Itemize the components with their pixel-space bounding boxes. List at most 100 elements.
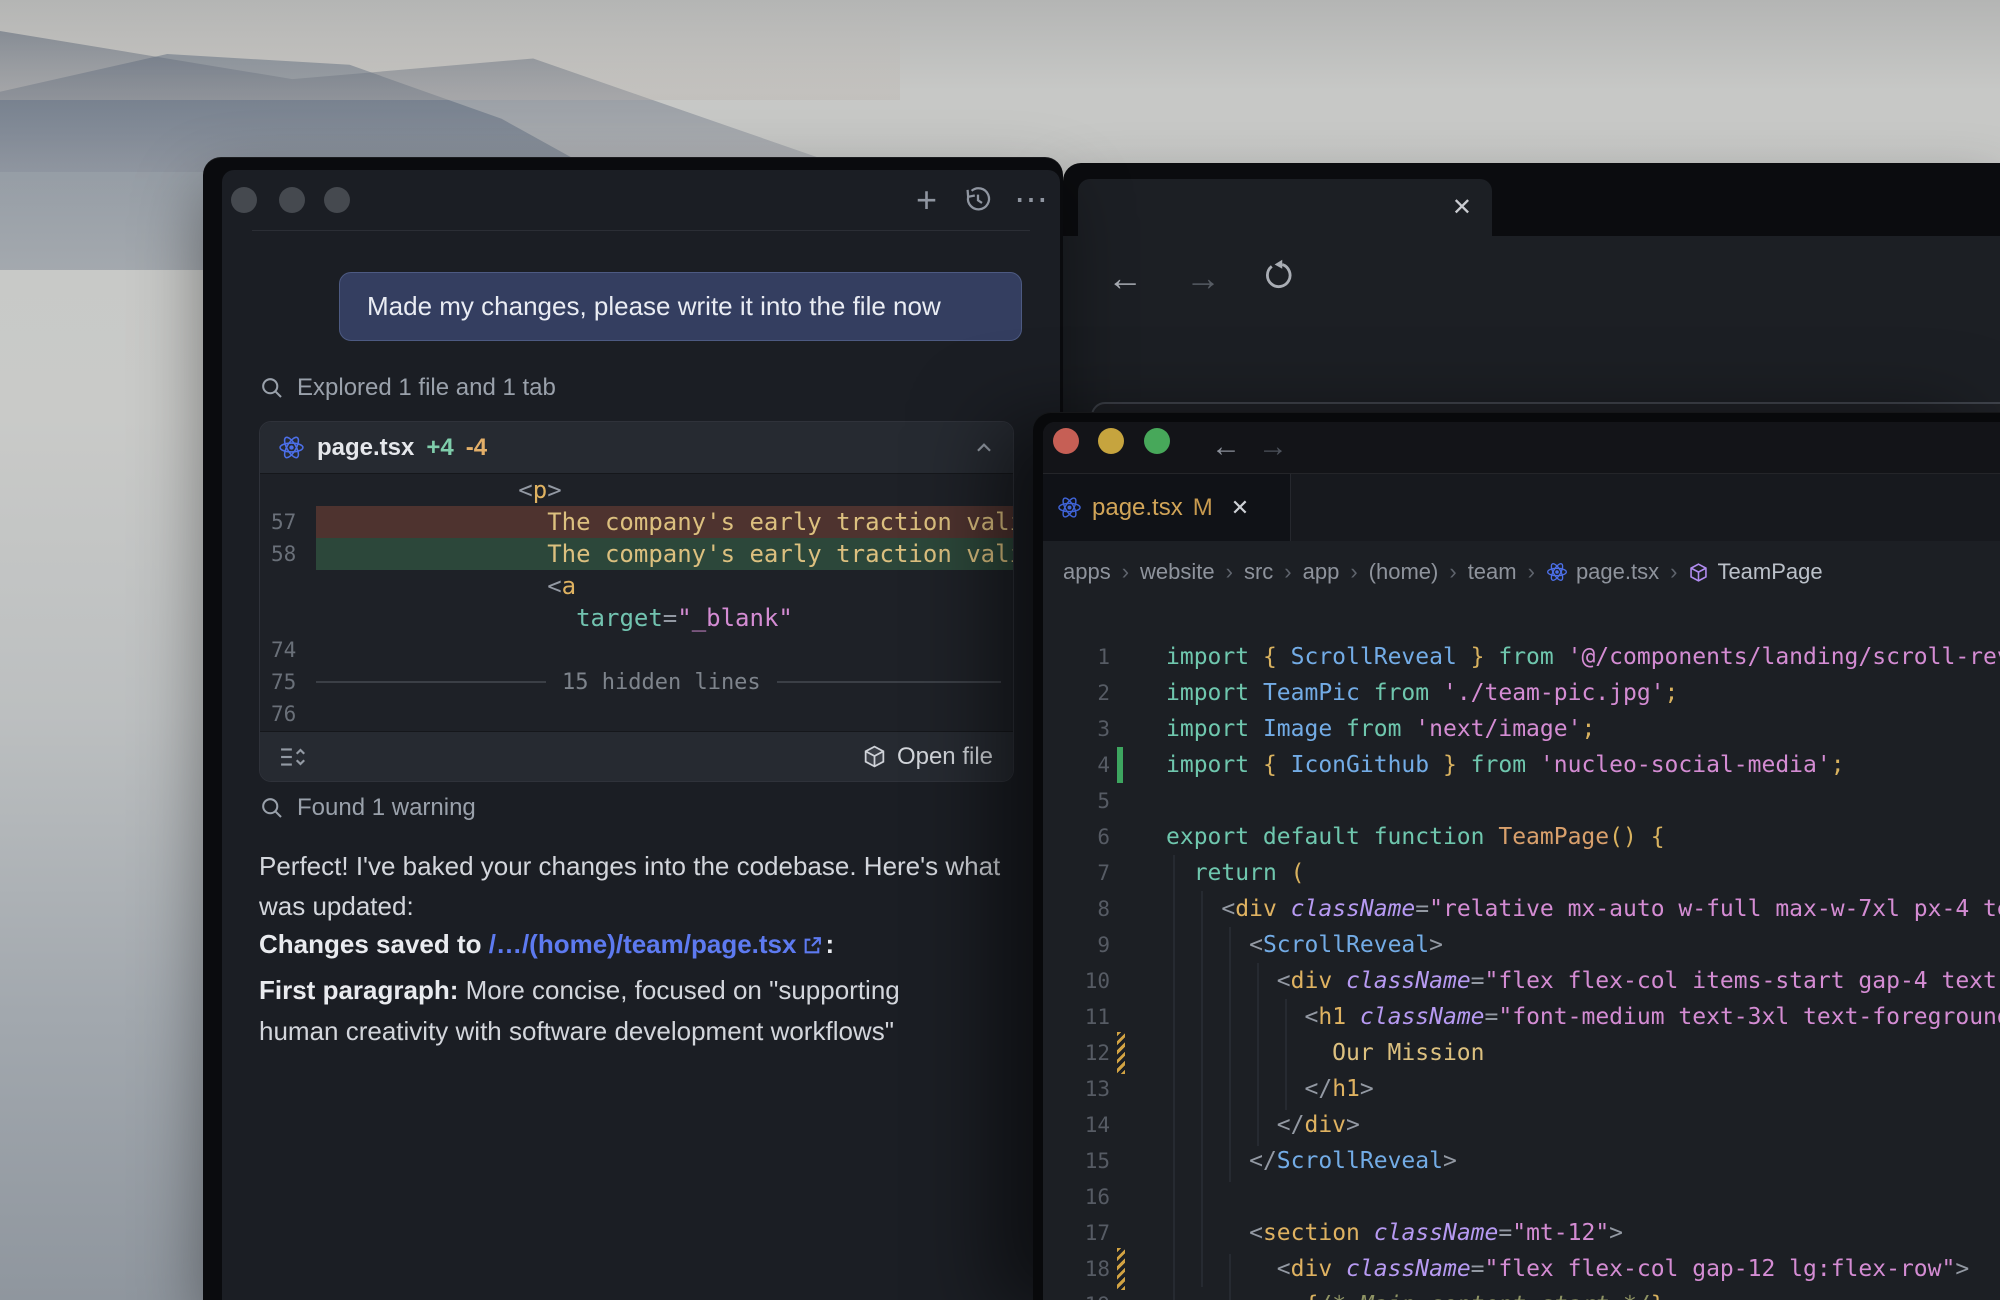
external-link-icon[interactable] <box>802 927 823 967</box>
minimize-window-button[interactable] <box>279 187 305 213</box>
code-line[interactable]: 3import Image from 'next/image'; <box>1043 711 2000 747</box>
line-number: 15 <box>1043 1149 1110 1173</box>
more-options-icon[interactable]: ⋯ <box>1014 170 1048 230</box>
diff-row: 74 <box>260 634 1013 666</box>
code-line[interactable]: 12 Our Mission <box>1043 1035 2000 1071</box>
open-file-button[interactable]: Open file <box>862 743 993 771</box>
new-thread-button[interactable]: + <box>916 170 937 230</box>
close-window-button[interactable] <box>1053 428 1079 454</box>
navigate-back-button[interactable]: ← <box>1211 427 1241 467</box>
breadcrumb-separator: › <box>1449 559 1456 585</box>
breadcrumb-item-pagetsx[interactable]: page.tsx <box>1546 559 1659 585</box>
breadcrumb-separator: › <box>1670 559 1677 585</box>
react-icon <box>1057 495 1082 520</box>
line-number: 2 <box>1043 681 1110 705</box>
assistant-paragraph: Perfect! I've baked your changes into th… <box>259 846 1007 926</box>
diff-deletions: -4 <box>466 434 487 462</box>
editor-tab-page-tsx[interactable]: page.tsx M ✕ <box>1043 474 1291 541</box>
forward-button[interactable]: → <box>1185 260 1221 296</box>
diff-line-number: 57 <box>260 506 316 538</box>
breadcrumb-item-app[interactable]: app <box>1303 559 1340 585</box>
line-number: 4 <box>1043 753 1110 777</box>
package-box-icon <box>862 744 887 769</box>
divider <box>252 230 1030 231</box>
browser-tab[interactable]: ✕ <box>1078 179 1492 236</box>
code-line[interactable]: 2import TeamPic from './team-pic.jpg'; <box>1043 675 2000 711</box>
code-line[interactable]: 4import { IconGithub } from 'nucleo-soci… <box>1043 747 2000 783</box>
diff-line-number <box>260 570 316 602</box>
modified-badge: M <box>1193 494 1213 522</box>
code-line[interactable]: 7 return ( <box>1043 855 2000 891</box>
diff-row: 76 <box>260 698 1013 730</box>
zoom-window-button[interactable] <box>1144 428 1170 454</box>
tab-file-name: page.tsx <box>1092 494 1183 522</box>
breadcrumb-item-home[interactable]: (home) <box>1369 559 1439 585</box>
code-line[interactable]: 17 <section className="mt-12"> <box>1043 1215 2000 1251</box>
diff-line-number: 75 <box>260 666 316 698</box>
explored-label: Explored 1 file and 1 tab <box>297 374 556 402</box>
chevron-up-icon[interactable] <box>973 437 995 459</box>
react-icon <box>1546 561 1568 583</box>
breadcrumb-item-teampage[interactable]: TeamPage <box>1688 559 1822 585</box>
code-line[interactable]: 5 <box>1043 783 2000 819</box>
user-message-bubble: Made my changes, please write it into th… <box>339 272 1022 341</box>
diff-code-preview: <p>57 The company's early traction valid… <box>260 474 1013 731</box>
code-line[interactable]: 1import { ScrollReveal } from '@/compone… <box>1043 639 2000 675</box>
code-line[interactable]: 8 <div className="relative mx-auto w-ful… <box>1043 891 2000 927</box>
close-tab-icon[interactable]: ✕ <box>1452 193 1472 222</box>
colon: : <box>825 929 834 959</box>
breadcrumb-item-website[interactable]: website <box>1140 559 1215 585</box>
close-window-button[interactable] <box>231 187 257 213</box>
editor-panel: ← → page.tsx M ✕ apps › website › src › app › (h… <box>1043 422 2000 1300</box>
code-line[interactable]: 19 {/* Main content start */} <box>1043 1287 2000 1300</box>
back-button[interactable]: ← <box>1107 260 1143 296</box>
warning-label: Found 1 warning <box>297 794 476 822</box>
code-line[interactable]: 16 <box>1043 1179 2000 1215</box>
breadcrumb-item-apps[interactable]: apps <box>1063 559 1111 585</box>
minimize-window-button[interactable] <box>1098 428 1124 454</box>
diff-additions: +4 <box>426 434 453 462</box>
diff-row: 58 The company's early traction validat <box>260 538 1013 570</box>
reload-icon[interactable] <box>1261 258 1295 298</box>
breadcrumb-separator: › <box>1226 559 1233 585</box>
breadcrumb[interactable]: apps›website›src›app›(home)›team›page.ts… <box>1043 541 2000 603</box>
diff-row: <a <box>260 570 1013 602</box>
open-file-label: Open file <box>897 743 993 771</box>
code-line[interactable]: 14 </div> <box>1043 1107 2000 1143</box>
code-line[interactable]: 18 <div className="flex flex-col gap-12 … <box>1043 1251 2000 1287</box>
editor-tabstrip: page.tsx M ✕ <box>1043 474 2000 541</box>
diff-row: 7515 hidden lines <box>260 666 1013 698</box>
code-line[interactable]: 13 </h1> <box>1043 1071 2000 1107</box>
code-line[interactable]: 15 </ScrollReveal> <box>1043 1143 2000 1179</box>
warning-status-row[interactable]: Found 1 warning <box>260 794 476 822</box>
code-editor[interactable]: 1import { ScrollReveal } from '@/compone… <box>1043 603 2000 1300</box>
expand-lines-icon[interactable] <box>280 745 308 769</box>
cube-icon <box>1688 562 1709 583</box>
line-number: 12 <box>1043 1041 1110 1065</box>
hidden-lines-divider[interactable]: 15 hidden lines <box>316 666 1013 698</box>
breadcrumb-separator: › <box>1284 559 1291 585</box>
diff-card-header[interactable]: page.tsx +4 -4 <box>260 422 1013 474</box>
diff-file-name: page.tsx <box>317 434 414 462</box>
code-line[interactable]: 11 <h1 className="font-medium text-3xl t… <box>1043 999 2000 1035</box>
code-line[interactable]: 10 <div className="flex flex-col items-s… <box>1043 963 2000 999</box>
history-icon[interactable] <box>962 170 994 230</box>
first-paragraph-label: First paragraph: <box>259 975 458 1005</box>
zoom-window-button[interactable] <box>324 187 350 213</box>
code-line[interactable]: 6export default function TeamPage() { <box>1043 819 2000 855</box>
breadcrumb-separator: › <box>1350 559 1357 585</box>
breadcrumb-item-src[interactable]: src <box>1244 559 1273 585</box>
line-number: 3 <box>1043 717 1110 741</box>
breadcrumb-item-team[interactable]: team <box>1468 559 1517 585</box>
navigate-forward-button[interactable]: → <box>1258 427 1288 467</box>
line-number: 7 <box>1043 861 1110 885</box>
explored-status-row[interactable]: Explored 1 file and 1 tab <box>260 374 556 402</box>
diff-card: page.tsx +4 -4 <p>57 The company's early… <box>259 421 1014 782</box>
assistant-panel: + ⋯ Made my changes, please write it int… <box>222 170 1060 1300</box>
code-line[interactable]: 9 <ScrollReveal> <box>1043 927 2000 963</box>
line-number: 8 <box>1043 897 1110 921</box>
close-tab-icon[interactable]: ✕ <box>1231 495 1249 521</box>
line-number: 5 <box>1043 789 1110 813</box>
diff-line-number <box>260 602 316 634</box>
saved-file-link[interactable]: /…/(home)/team/page.tsx <box>489 929 797 959</box>
